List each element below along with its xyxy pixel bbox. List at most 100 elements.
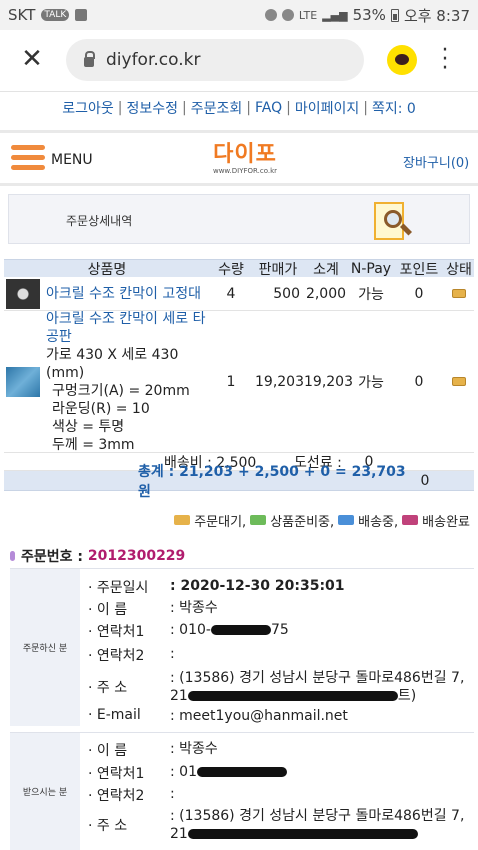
- order-items-table: 상품명 수량 판매가 소계 N-Pay 포인트 상태 아크릴 수조 칸막이 고정…: [4, 259, 474, 500]
- orderer-info: 주문하신 분 · 주문일시 : 2020-12-30 20:35:01 · 이 …: [10, 568, 474, 726]
- redaction-mark: [187, 829, 418, 839]
- status-waiting-icon: [452, 376, 466, 386]
- magnifier-document-icon: [366, 198, 418, 242]
- logo-url: www.DIYFOR.co.kr: [212, 167, 278, 175]
- phone1-label: · 연락처1: [88, 766, 145, 782]
- order-date-value: : 2020-12-30 20:35:01: [170, 578, 345, 594]
- qty-value: 1: [226, 373, 236, 390]
- menu-label[interactable]: MENU: [51, 152, 93, 168]
- address-value: : (13586) 경기 성남시 분당구 돌마로486번길 7, 21 트): [170, 670, 465, 704]
- subtotal-value: 19,203: [304, 373, 353, 390]
- faq-link[interactable]: FAQ: [255, 100, 282, 116]
- legend-delivered: 배송완료: [422, 514, 470, 530]
- price-value: 500: [273, 285, 300, 302]
- header-qty: 수량: [218, 261, 244, 278]
- alarm-icon: [281, 9, 294, 21]
- header-subtotal: 소계: [313, 261, 339, 278]
- separator: |: [286, 100, 291, 116]
- name-value: : 박종수: [170, 600, 218, 616]
- cart-link[interactable]: 장바구니(0): [403, 152, 469, 171]
- lock-icon: [84, 51, 95, 67]
- point-value: 0: [414, 285, 424, 302]
- table-row: 아크릴 수조 칸막이 세로 타공판 가로 430 X 세로 430 (mm) 구…: [4, 311, 474, 453]
- close-icon[interactable]: ✕: [20, 46, 44, 72]
- talk-icon: TALK: [41, 9, 70, 21]
- separator: |: [363, 100, 368, 116]
- site-logo[interactable]: 다이포 www.DIYFOR.co.kr: [205, 143, 285, 176]
- status-waiting-icon: [452, 288, 466, 298]
- bullet-icon: [10, 551, 15, 561]
- header-point: 포인트: [399, 261, 439, 278]
- receiver-info: 받으시는 분 · 이 름 : 박종수 · 연락처1 : 01 · 연락처2 : …: [10, 732, 474, 850]
- product-thumbnail[interactable]: [6, 366, 40, 397]
- orderer-section-label: 주문하신 분: [10, 569, 80, 726]
- separator: |: [117, 100, 123, 116]
- mute-icon: [264, 9, 277, 21]
- browser-toolbar: ✕ diyfor.co.kr · · ·: [0, 30, 478, 92]
- redaction-mark: [196, 767, 287, 777]
- page-title: 주문상세내역: [66, 214, 133, 228]
- name-label: · 이 름: [88, 602, 128, 618]
- redaction-mark: [210, 625, 271, 635]
- point-value: 0: [414, 373, 424, 390]
- header-price: 판매가: [258, 261, 298, 278]
- logout-link[interactable]: 로그아웃: [62, 98, 114, 118]
- order-lookup-link[interactable]: 주문조회: [191, 98, 243, 118]
- edit-info-link[interactable]: 정보수정: [126, 98, 178, 118]
- more-options-icon[interactable]: · · ·: [440, 40, 450, 80]
- messages-link[interactable]: 쪽지: 0: [372, 98, 416, 118]
- order-number: 주문번호 : 2012300229: [10, 546, 185, 566]
- member-links: 로그아웃 | 정보수정 | 주문조회 | FAQ | 마이페이지 | 쪽지: 0: [0, 94, 478, 122]
- mypage-link[interactable]: 마이페이지: [295, 98, 359, 118]
- address-value: : (13586) 경기 성남시 분당구 돌마로486번길 7, 21: [170, 808, 465, 842]
- email-label: · E-mail: [88, 707, 141, 723]
- delivered-icon: [402, 515, 419, 525]
- header-npay: N-Pay: [350, 260, 392, 277]
- logo-text: 다이포: [213, 142, 277, 167]
- product-option: 라운딩(R) = 10: [52, 400, 150, 417]
- battery-percent: 53%: [352, 6, 386, 24]
- separator: |: [246, 100, 251, 116]
- signal-icon: ▂▄▆: [322, 8, 348, 22]
- header-product: 상품명: [87, 261, 127, 278]
- address-label: · 주 소: [88, 818, 128, 834]
- total-row: 총계 : 21,203 + 2,500 + 0 = 23,703 원 0: [4, 464, 474, 500]
- product-thumbnail[interactable]: [6, 278, 40, 309]
- email-value: : meet1you@hanmail.net: [170, 708, 348, 724]
- network-type: LTE: [298, 8, 318, 22]
- phone2-label: · 연락처2: [88, 648, 145, 664]
- product-size: 가로 430 X 세로 430 (mm): [46, 346, 179, 381]
- battery-icon: [390, 8, 399, 22]
- total-amount: 총계 : 21,203 + 2,500 + 0 = 23,703 원: [138, 463, 406, 500]
- legend-shipping: 배송중,: [358, 514, 399, 530]
- shipping-icon: [338, 515, 355, 525]
- address-bar[interactable]: diyfor.co.kr: [66, 39, 364, 81]
- subtotal-value: 2,000: [305, 285, 347, 302]
- address-label: · 주 소: [88, 680, 128, 696]
- hamburger-icon[interactable]: [11, 145, 45, 173]
- clock: 오후 8:37: [403, 6, 470, 25]
- status-legend: 주문대기, 상품준비중, 배송중, 배송완료: [0, 510, 478, 530]
- npay-value: 가능: [358, 286, 384, 303]
- product-name-link[interactable]: 아크릴 수조 칸막이 세로 타공판: [46, 310, 210, 346]
- table-row: 아크릴 수조 칸막이 고정대 4 500 2,000 가능 0: [4, 277, 474, 311]
- section-banner: 주문상세내역: [8, 194, 470, 244]
- order-number-label: 주문번호 :: [21, 549, 83, 565]
- kakao-talk-icon[interactable]: [387, 45, 417, 75]
- separator: |: [182, 100, 187, 116]
- redaction-mark: [187, 691, 398, 701]
- site-header: MENU 다이포 www.DIYFOR.co.kr 장바구니(0): [0, 130, 478, 186]
- phone2-value: :: [170, 786, 175, 802]
- waiting-icon: [174, 515, 191, 525]
- url-text: diyfor.co.kr: [106, 50, 201, 70]
- table-header: 상품명 수량 판매가 소계 N-Pay 포인트 상태: [4, 259, 474, 278]
- product-name-link[interactable]: 아크릴 수조 칸막이 고정대: [46, 285, 201, 303]
- receiver-section-label: 받으시는 분: [10, 733, 80, 850]
- price-value: 19,203: [255, 373, 304, 390]
- gallery-icon: [75, 9, 88, 21]
- legend-preparing: 상품준비중,: [270, 514, 335, 530]
- phone1-label: · 연락처1: [88, 624, 145, 640]
- name-label: · 이 름: [88, 743, 128, 759]
- status-bar: SKT TALK LTE ▂▄▆ 53% 오후 8:37: [0, 0, 478, 30]
- name-value: : 박종수: [170, 741, 218, 757]
